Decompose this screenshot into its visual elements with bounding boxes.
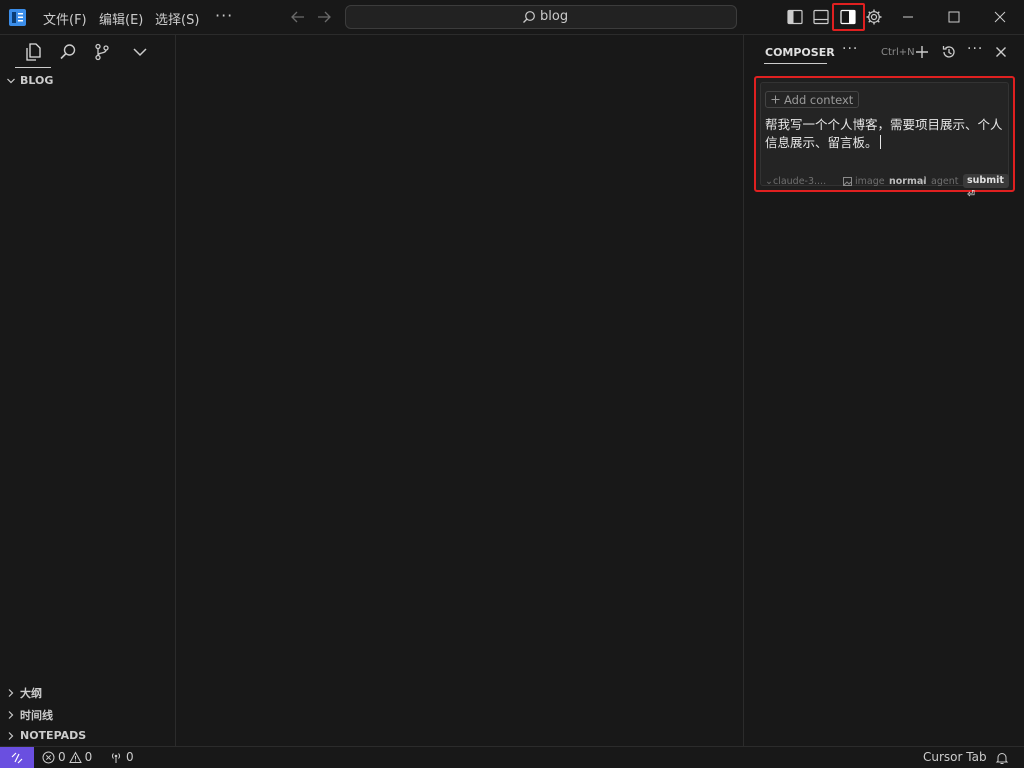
close-panel-icon[interactable] [993,44,1009,60]
plus-icon [771,95,780,104]
forward-arrow-icon[interactable] [315,8,333,26]
section-outline[interactable]: 大纲 [6,685,42,701]
source-control-icon[interactable] [92,42,112,62]
gear-icon[interactable] [865,8,883,26]
menu-selection[interactable]: 选择(S) [155,9,199,28]
primary-sidebar: BLOG 大纲 时间线 NOTEPADS [0,35,176,746]
chevron-right-icon [8,711,14,719]
chevron-right-icon [8,689,14,697]
prompt-text[interactable]: 帮我写一个个人博客，需要项目展示、个人信息展示、留言板。 [765,116,1007,152]
section-label: NOTEPADS [20,729,87,742]
editor-area[interactable] [176,35,744,746]
add-context-label: Add context [784,92,854,107]
mode-agent[interactable]: agent [931,176,958,187]
bell-icon[interactable] [995,751,1009,765]
composer-input-footer: ⌄claude-3.... image normal / agent submi… [765,174,1009,200]
toggle-panel-icon[interactable] [812,8,830,26]
error-count: 0 [58,750,66,764]
back-arrow-icon[interactable] [289,8,307,26]
sidebar-tab-bar [0,35,175,69]
toggle-secondary-sidebar-icon[interactable] [839,8,857,26]
section-timeline[interactable]: 时间线 [6,707,53,723]
new-composer-shortcut: Ctrl+N [881,47,915,58]
composer-panel: COMPOSER ··· Ctrl+N ··· Add context 帮我写一… [745,35,1024,746]
add-context-button[interactable]: Add context [765,91,860,108]
search-icon [523,10,535,23]
chevron-right-icon [8,731,14,740]
panel-more-button[interactable]: ··· [967,41,983,57]
image-attach-button[interactable]: image [843,176,885,187]
model-selector[interactable]: ⌄claude-3.... [765,176,826,187]
highlight-annotation: Add context 帮我写一个个人博客，需要项目展示、个人信息展示、留言板。… [754,76,1015,200]
text-caret [879,135,881,149]
menu-file[interactable]: 文件(F) [43,9,87,28]
toggle-primary-sidebar-icon[interactable] [786,8,804,26]
warning-count: 0 [84,750,93,764]
explorer-files-icon[interactable] [23,42,43,62]
broadcast-icon [111,752,121,763]
active-tab-indicator [15,67,51,68]
chevron-down-icon[interactable] [130,42,150,62]
title-bar: 文件(F) 编辑(E) 选择(S) ··· blog [0,0,1024,35]
search-text: blog [540,9,569,24]
maximize-icon[interactable] [946,9,962,25]
command-search-box[interactable]: blog [345,5,737,29]
plus-icon[interactable] [914,44,930,60]
remote-indicator[interactable] [0,747,34,768]
mode-normal[interactable]: normal [889,176,927,187]
section-label: 大纲 [20,687,42,700]
section-notepads[interactable]: NOTEPADS [6,729,86,742]
close-window-icon[interactable] [992,9,1008,25]
remote-icon [11,752,23,764]
chevron-down-icon [7,78,15,83]
section-label: 时间线 [20,709,53,722]
problems-indicator[interactable]: 0 0 [42,750,92,764]
folder-name: BLOG [20,74,54,87]
ports-count: 0 [126,750,134,764]
ports-indicator[interactable]: 0 [109,750,134,764]
app-logo-icon[interactable] [9,9,26,26]
cursor-tab-status[interactable]: Cursor Tab [923,750,987,764]
minimize-icon[interactable] [900,9,916,25]
error-icon [42,751,55,763]
search-sidebar-icon[interactable] [58,42,78,62]
folder-header-blog[interactable]: BLOG [6,74,53,87]
active-tab-indicator [764,63,827,64]
menu-more-button[interactable]: ··· [215,6,233,25]
image-icon [843,177,852,186]
submit-button[interactable]: submit ⏎ [963,174,1009,200]
composer-more-button[interactable]: ··· [842,41,858,57]
composer-input[interactable]: Add context 帮我写一个个人博客，需要项目展示、个人信息展示、留言板。… [760,82,1009,200]
status-bar: 0 0 0 Cursor Tab [0,746,1024,768]
history-icon[interactable] [941,44,957,60]
menu-edit[interactable]: 编辑(E) [99,9,143,28]
mode-separator: / [922,176,926,187]
warning-icon [68,750,82,763]
composer-tab-title[interactable]: COMPOSER [765,46,835,59]
